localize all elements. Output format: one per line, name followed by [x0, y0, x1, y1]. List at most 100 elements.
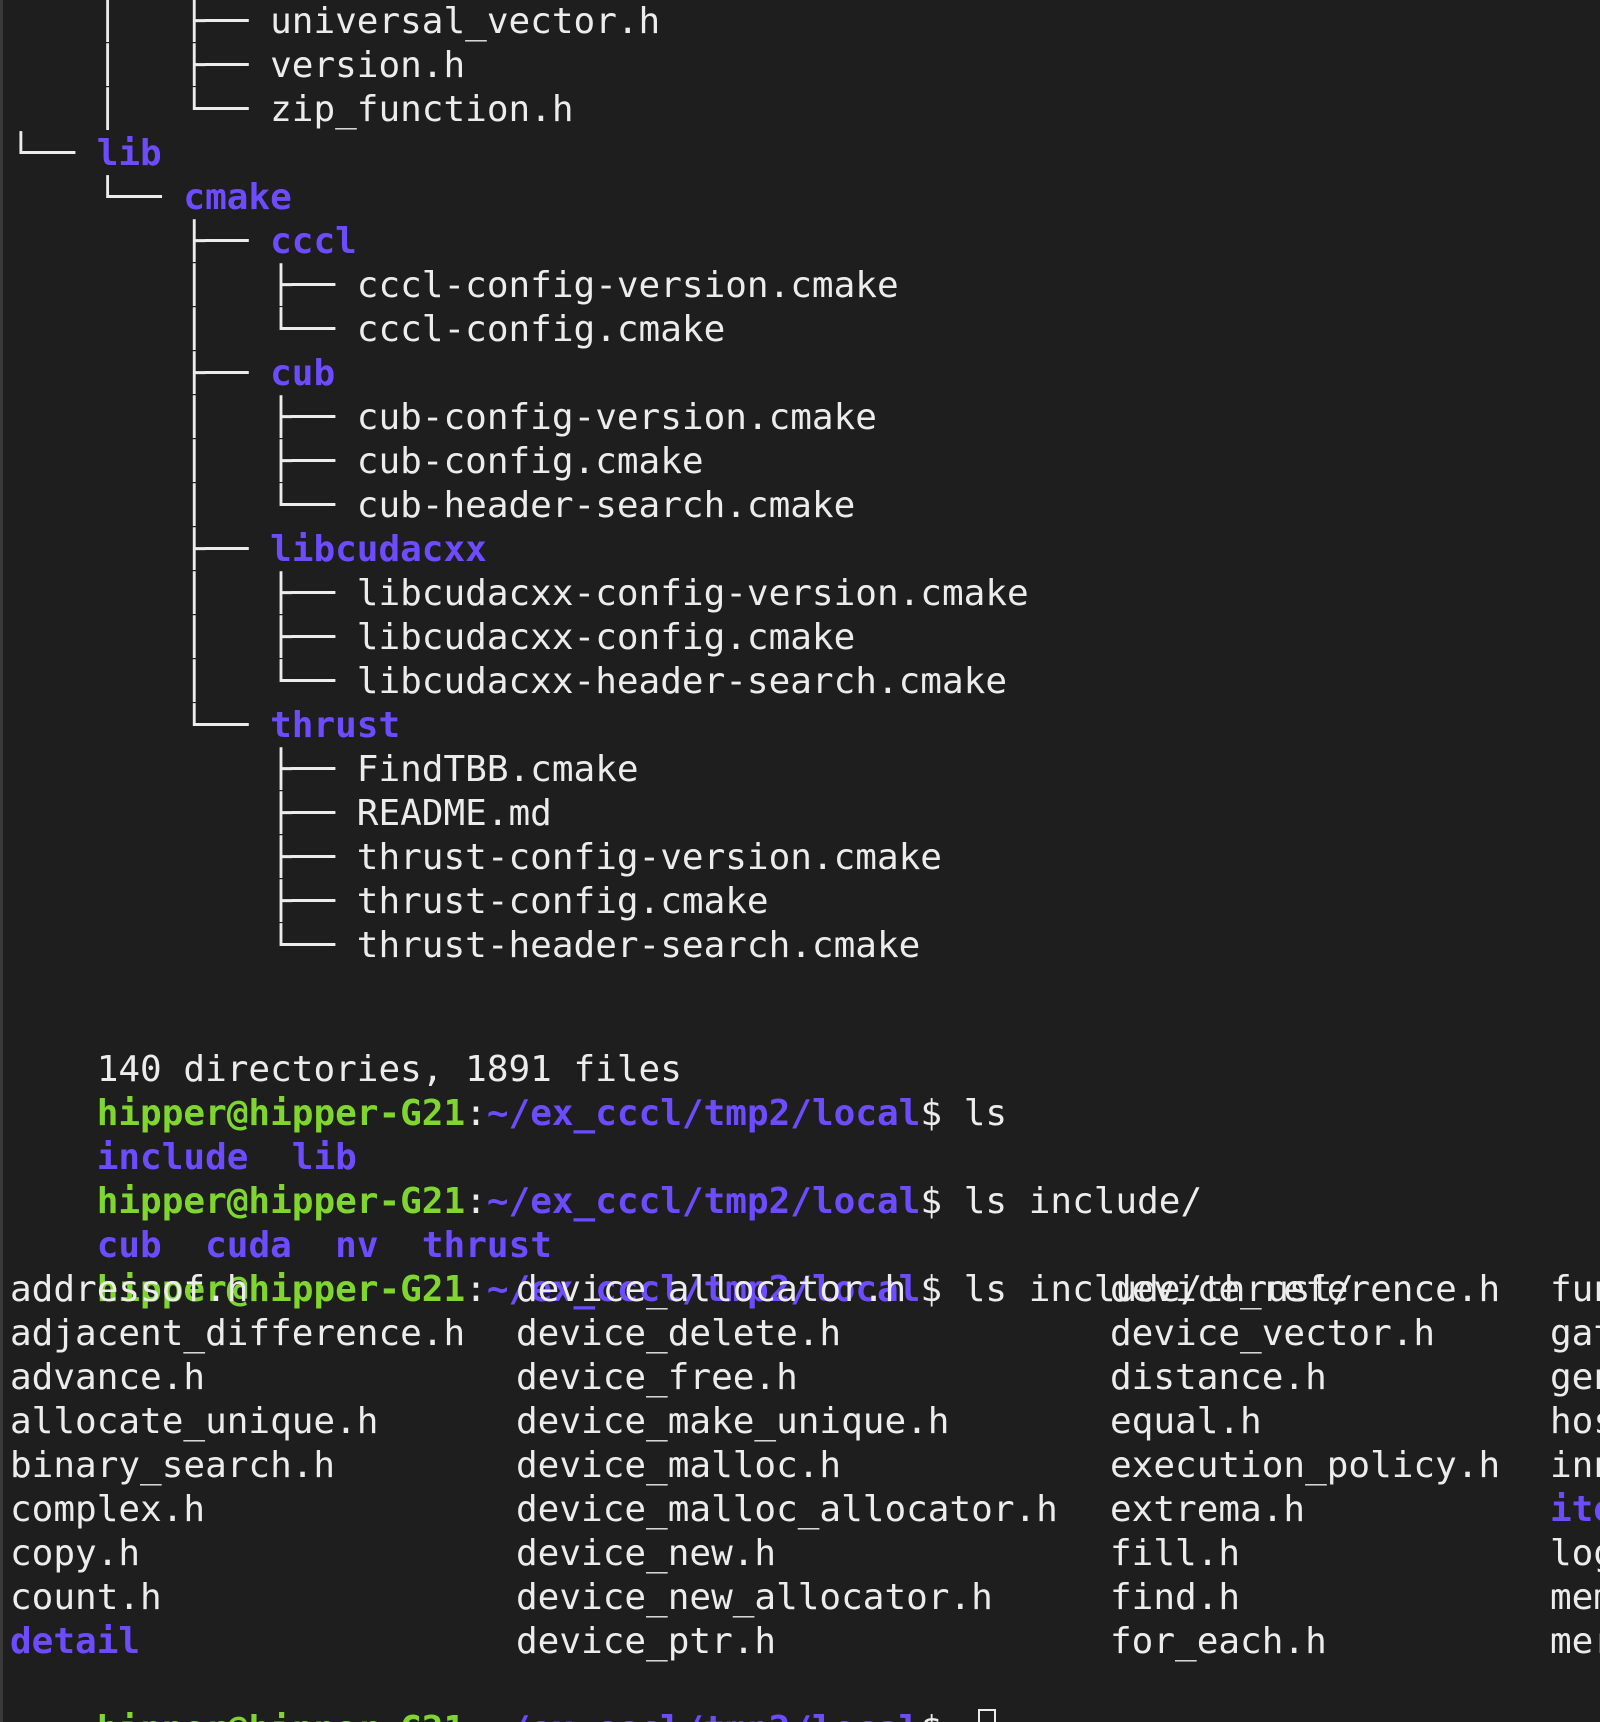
- listing-file: hos: [1550, 1401, 1600, 1442]
- listing-file: count.h: [10, 1577, 162, 1618]
- tree-line: └── thrust: [10, 704, 400, 748]
- prompt-colon: :: [465, 1709, 487, 1722]
- prompt-line: hipper@hipper-G21:~/ex_cccl/tmp2/local$ …: [10, 1136, 1202, 1222]
- prompt-line: hipper@hipper-G21:~/ex_cccl/tmp2/local$ …: [10, 1048, 1007, 1134]
- listing-file: device_free.h: [516, 1357, 798, 1398]
- listing-file: copy.h: [10, 1533, 141, 1574]
- prompt-path: ~/ex_cccl/tmp2/local: [486, 1093, 921, 1134]
- tree-file: cub-config-version.cmake: [356, 397, 877, 438]
- listing-file: adjacent_difference.h: [10, 1313, 466, 1354]
- tree-branch: │ └──: [10, 661, 357, 702]
- tree-branch: │ ├──: [10, 441, 357, 482]
- tree-line: │ ├── version.h: [10, 44, 465, 88]
- listing-file: device_make_unique.h: [516, 1401, 950, 1442]
- tree-directory: thrust: [270, 705, 401, 746]
- tree-line: │ └── cub-header-search.cmake: [10, 484, 855, 528]
- text-cursor[interactable]: [977, 1709, 996, 1722]
- summary-line: 140 directories, 1891 files: [10, 1004, 682, 1090]
- command-text: ls include/: [963, 1181, 1203, 1222]
- tree-directory: libcudacxx: [270, 529, 487, 570]
- tree-line: │ ├── cub-config.cmake: [10, 440, 703, 484]
- tree-branch: ├──: [10, 353, 271, 394]
- tree-branch: ├──: [10, 221, 271, 262]
- tree-line: │ ├── libcudacxx-config-version.cmake: [10, 572, 1028, 616]
- tree-file: cub-header-search.cmake: [356, 485, 856, 526]
- tree-directory: cccl: [270, 221, 357, 262]
- listing-file: gat: [1550, 1313, 1600, 1354]
- tree-line: ├── cccl: [10, 220, 357, 264]
- tree-line: └── thrust-header-search.cmake: [10, 924, 920, 968]
- tree-line: ├── thrust-config.cmake: [10, 880, 769, 924]
- tree-file: thrust-config.cmake: [356, 881, 769, 922]
- tree-line: └── cmake: [10, 176, 292, 220]
- tree-line: ├── thrust-config-version.cmake: [10, 836, 942, 880]
- tree-branch: │ ├──: [10, 617, 357, 658]
- listing-file: complex.h: [10, 1489, 206, 1530]
- listing-file: fun: [1550, 1269, 1600, 1310]
- tree-file: libcudacxx-header-search.cmake: [356, 661, 1007, 702]
- tree-branch: ├──: [10, 881, 357, 922]
- prompt-path: ~/ex_cccl/tmp2/local: [487, 1709, 920, 1722]
- tree-branch: └──: [10, 705, 271, 746]
- listing-file: inn: [1550, 1445, 1600, 1486]
- tree-branch: └──: [10, 177, 184, 218]
- tree-file: zip_function.h: [270, 89, 574, 130]
- tree-line: │ └── libcudacxx-header-search.cmake: [10, 660, 1007, 704]
- tree-file: thrust-header-search.cmake: [356, 925, 921, 966]
- tree-directory: lib: [96, 133, 162, 174]
- listing-directory: ite: [1550, 1489, 1600, 1530]
- prompt-colon: :: [465, 1269, 487, 1310]
- listing-file: for_each.h: [1110, 1621, 1327, 1662]
- listing-file: device_new.h: [516, 1533, 777, 1574]
- prompt-line: hipper@hipper-G21:~/ex_cccl/tmp2/local$ …: [10, 1224, 1354, 1310]
- listing-file: gen: [1550, 1357, 1600, 1398]
- terminal-window[interactable]: │ ├── universal_vector.h │ ├── version.h…: [0, 0, 1600, 1722]
- prompt-dollar: $: [920, 1181, 964, 1222]
- tree-branch: └──: [10, 133, 97, 174]
- listing-file: mer: [1550, 1621, 1600, 1662]
- listing-file: device_malloc_allocator.h: [516, 1489, 1058, 1530]
- tree-file: README.md: [356, 793, 552, 834]
- listing-file: binary_search.h: [10, 1445, 336, 1486]
- listing-file: device_vector.h: [1110, 1313, 1436, 1354]
- listing-file: device_ptr.h: [516, 1621, 777, 1662]
- tree-directory: cub: [270, 353, 336, 394]
- listing-file: allocate_unique.h: [10, 1401, 379, 1442]
- tree-line: ├── libcudacxx: [10, 528, 487, 572]
- tree-file: universal_vector.h: [270, 1, 661, 42]
- tree-branch: │ ├──: [10, 573, 357, 614]
- tree-file: cccl-config.cmake: [356, 309, 726, 350]
- tree-line: │ ├── cccl-config-version.cmake: [10, 264, 898, 308]
- tree-line: ├── cub: [10, 352, 335, 396]
- tree-file: thrust-config-version.cmake: [356, 837, 942, 878]
- tree-file: libcudacxx-config.cmake: [356, 617, 856, 658]
- tree-line: │ ├── libcudacxx-config.cmake: [10, 616, 855, 660]
- tree-line: └── lib: [10, 132, 162, 176]
- tree-branch: ├──: [10, 749, 357, 790]
- tree-branch: ├──: [10, 793, 357, 834]
- listing-file: extrema.h: [1110, 1489, 1306, 1530]
- tree-branch: │ ├──: [10, 397, 357, 438]
- listing-file: fill.h: [1110, 1533, 1241, 1574]
- listing-file: log: [1550, 1533, 1600, 1574]
- prompt-user: hipper@hipper-G21: [97, 1709, 465, 1722]
- tree-branch: │ ├──: [10, 265, 357, 306]
- tree-branch: └──: [10, 925, 357, 966]
- prompt-dollar: $: [920, 1093, 964, 1134]
- active-prompt-line[interactable]: hipper@hipper-G21:~/ex_cccl/tmp2/local$: [10, 1664, 996, 1722]
- tree-branch: │ └──: [10, 485, 357, 526]
- listing-file: device_delete.h: [516, 1313, 842, 1354]
- listing-file: device_malloc.h: [516, 1445, 842, 1486]
- tree-line: ├── README.md: [10, 792, 552, 836]
- tree-branch: ├──: [10, 529, 271, 570]
- tree-file: version.h: [270, 45, 466, 86]
- tree-branch: │ ├──: [10, 1, 271, 42]
- listing-file: advance.h: [10, 1357, 206, 1398]
- tree-directory: cmake: [183, 177, 292, 218]
- listing-file: device_new_allocator.h: [516, 1577, 993, 1618]
- tree-branch: │ ├──: [10, 45, 271, 86]
- tree-line: ├── FindTBB.cmake: [10, 748, 638, 792]
- tree-branch: │ └──: [10, 89, 271, 130]
- tree-branch: ├──: [10, 837, 357, 878]
- listing-file: device_reference.h: [1110, 1269, 1501, 1310]
